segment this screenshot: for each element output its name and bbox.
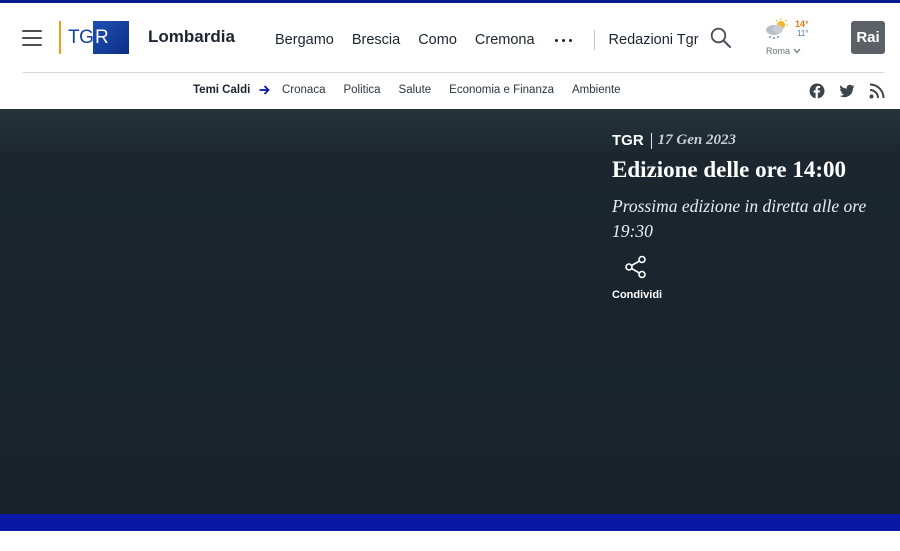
more-icon[interactable] xyxy=(554,33,572,47)
sub-navigation: Temi Caldi Cronaca Politica Salute Econo… xyxy=(0,73,900,109)
nav-item-redazioni[interactable]: Redazioni Tgr xyxy=(609,32,699,48)
hot-topics-label: Temi Caldi xyxy=(193,84,251,96)
rss-icon[interactable] xyxy=(869,83,885,99)
nav-divider xyxy=(593,30,595,50)
topic-links: Cronaca Politica Salute Economia e Finan… xyxy=(282,84,639,96)
nav-item-brescia[interactable]: Brescia xyxy=(352,32,400,48)
weather-max-temp: 14° xyxy=(795,19,809,29)
rai-logo[interactable]: Rai xyxy=(851,21,885,54)
topic-link-cronaca[interactable]: Cronaca xyxy=(282,84,325,96)
topic-link-politica[interactable]: Politica xyxy=(343,84,380,96)
video-player[interactable] xyxy=(0,109,590,514)
facebook-icon[interactable] xyxy=(809,83,825,99)
search-icon[interactable] xyxy=(710,27,732,49)
menu-icon[interactable] xyxy=(22,29,42,47)
chevron-down-icon xyxy=(793,48,801,54)
share-icon xyxy=(625,255,646,279)
weather-city-label: Roma xyxy=(766,46,791,56)
nav-item-como[interactable]: Como xyxy=(418,32,457,48)
edition-title: Edizione delle ore 14:00 xyxy=(612,157,847,182)
nav-item-bergamo[interactable]: Bergamo xyxy=(275,32,334,48)
weather-widget[interactable]: 14° 11° Roma xyxy=(764,17,812,61)
topic-link-salute[interactable]: Salute xyxy=(399,84,432,96)
site-header: TG R Lombardia Bergamo Brescia Como Crem… xyxy=(0,3,900,73)
tgr-logo[interactable]: TG R xyxy=(59,21,129,54)
cloud-sun-rain-icon xyxy=(764,17,790,41)
topic-link-ambiente[interactable]: Ambiente xyxy=(572,84,621,96)
meta-divider xyxy=(650,132,652,149)
edition-brand: TGR xyxy=(612,132,644,149)
logo-r-text: R xyxy=(93,21,129,54)
region-title[interactable]: Lombardia xyxy=(148,27,235,47)
main-nav: Bergamo Brescia Como Cremona Redazioni T… xyxy=(275,30,717,50)
hot-topics-link[interactable]: Temi Caldi xyxy=(193,84,271,96)
twitter-icon[interactable] xyxy=(839,83,855,99)
logo-tg-text: TG xyxy=(61,21,94,54)
arrow-right-icon xyxy=(259,85,271,95)
next-edition-text: Prossima edizione in diretta alle ore 19… xyxy=(612,196,867,241)
edition-hero: TGR 17 Gen 2023 Edizione delle ore 14:00… xyxy=(0,109,900,514)
edition-date: 17 Gen 2023 xyxy=(657,132,737,148)
weather-min-temp: 11° xyxy=(797,29,809,38)
edition-meta: TGR 17 Gen 2023 xyxy=(612,132,736,149)
weather-city-select[interactable]: Roma xyxy=(766,46,801,56)
topic-link-economia[interactable]: Economia e Finanza xyxy=(449,84,554,96)
share-label: Condividi xyxy=(612,289,663,301)
nav-item-cremona[interactable]: Cremona xyxy=(475,32,535,48)
page-below xyxy=(0,531,900,551)
blue-band xyxy=(0,514,900,531)
